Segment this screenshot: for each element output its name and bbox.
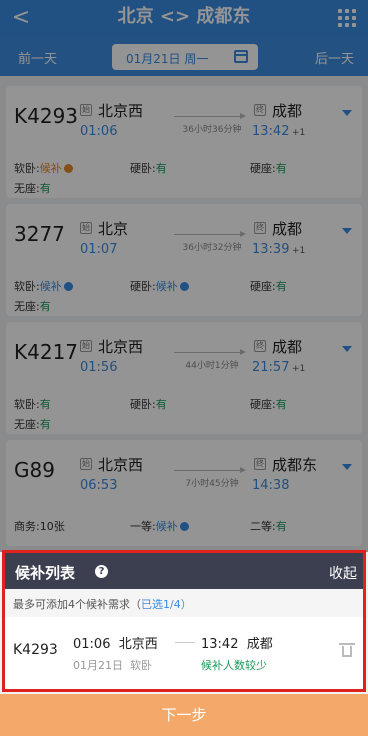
waitlist-title: 候补列表 xyxy=(15,564,76,582)
waitlist-panel: 候补列表 ? 收起 最多可添加4个候补需求（已选1/4） K4293 01:06… xyxy=(2,550,366,692)
train-number: K4293 xyxy=(13,642,58,658)
arrival-info: 13:42 成都 xyxy=(201,637,273,652)
waitlist-item[interactable]: K4293 01:06 北京西 01月21日 软卧 13:42 成都 候补人数较… xyxy=(5,617,363,689)
modal-overlay[interactable] xyxy=(0,0,368,552)
waitlist-note: 最多可添加4个候补需求（已选1/4） xyxy=(5,589,363,617)
date-seat: 01月21日 软卧 xyxy=(73,659,152,672)
departure-info: 01:06 北京西 xyxy=(73,637,158,652)
next-step-button[interactable]: 下一步 xyxy=(0,694,368,736)
waitlist-header: 候补列表 ? 收起 xyxy=(5,553,363,589)
waitlist-status: 候补人数较少 xyxy=(201,659,267,672)
help-icon[interactable]: ? xyxy=(95,565,108,578)
trash-icon[interactable] xyxy=(339,643,355,657)
collapse-button[interactable]: 收起 xyxy=(329,563,357,583)
route-line xyxy=(175,642,195,643)
